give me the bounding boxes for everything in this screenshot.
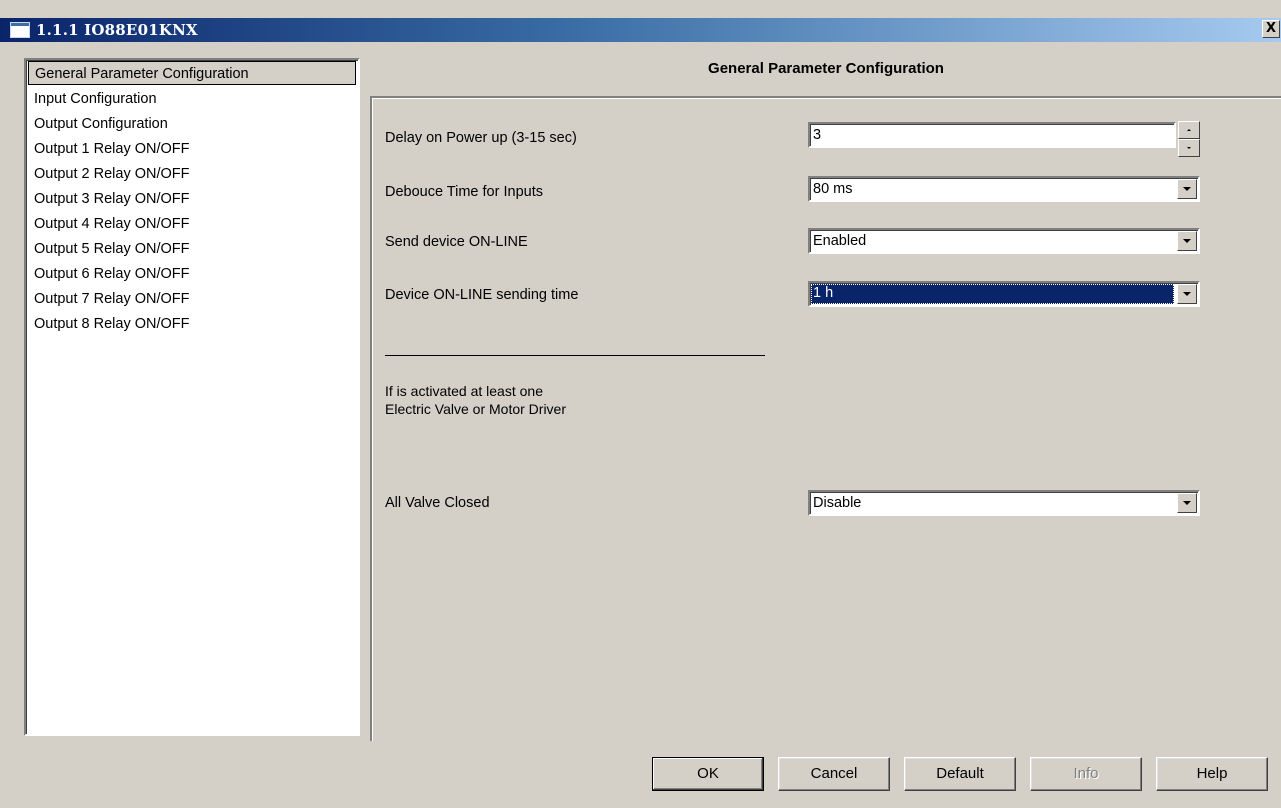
nav-item-output-2[interactable]: Output 2 Relay ON/OFF bbox=[34, 162, 190, 186]
nav-item-general[interactable]: General Parameter Configuration bbox=[28, 61, 356, 85]
online-label: Send device ON-LINE bbox=[385, 234, 528, 250]
cancel-button[interactable]: Cancel bbox=[778, 757, 890, 791]
online-time-select[interactable]: 1 h bbox=[808, 281, 1200, 307]
nav-item-output-config[interactable]: Output Configuration bbox=[34, 112, 168, 136]
delay-input[interactable]: 3 bbox=[808, 122, 1176, 148]
nav-item-input-config[interactable]: Input Configuration bbox=[34, 87, 157, 111]
dropdown-arrow-icon[interactable] bbox=[1177, 493, 1197, 513]
debounce-label: Debouce Time for Inputs bbox=[385, 184, 543, 200]
close-button[interactable]: X bbox=[1262, 20, 1280, 38]
default-button[interactable]: Default bbox=[904, 757, 1016, 791]
nav-item-output-1[interactable]: Output 1 Relay ON/OFF bbox=[34, 137, 190, 161]
spin-down-arrow-icon[interactable] bbox=[1178, 139, 1200, 157]
dropdown-arrow-icon[interactable] bbox=[1177, 284, 1197, 304]
valve-note: If is activated at least one Electric Va… bbox=[385, 382, 566, 418]
parameter-page-list: General Parameter Configuration Input Co… bbox=[24, 58, 360, 736]
valve-note-line-1: If is activated at least one bbox=[385, 383, 543, 399]
panel-title: General Parameter Configuration bbox=[708, 60, 944, 77]
valves-value: Disable bbox=[813, 495, 862, 511]
window-title: 1.1.1 IO88E01KNX bbox=[36, 21, 198, 39]
debounce-value: 80 ms bbox=[813, 181, 853, 197]
delay-value: 3 bbox=[813, 127, 822, 143]
valves-select[interactable]: Disable bbox=[808, 490, 1200, 516]
nav-item-output-4[interactable]: Output 4 Relay ON/OFF bbox=[34, 212, 190, 236]
online-time-label: Device ON-LINE sending time bbox=[385, 287, 579, 303]
ok-button[interactable]: OK bbox=[652, 757, 764, 791]
online-time-value: 1 h bbox=[811, 284, 1174, 304]
valves-label: All Valve Closed bbox=[385, 495, 490, 511]
nav-item-output-6[interactable]: Output 6 Relay ON/OFF bbox=[34, 262, 190, 286]
nav-item-output-7[interactable]: Output 7 Relay ON/OFF bbox=[34, 287, 190, 311]
nav-item-output-8[interactable]: Output 8 Relay ON/OFF bbox=[34, 312, 190, 336]
delay-spinner bbox=[1178, 121, 1200, 157]
info-button[interactable]: Info bbox=[1030, 757, 1142, 791]
delay-label: Delay on Power up (3-15 sec) bbox=[385, 130, 577, 146]
dropdown-arrow-icon[interactable] bbox=[1177, 231, 1197, 251]
valve-note-line-2: Electric Valve or Motor Driver bbox=[385, 401, 567, 417]
window-icon bbox=[10, 22, 30, 38]
dropdown-arrow-icon[interactable] bbox=[1177, 179, 1197, 199]
online-value: Enabled bbox=[813, 233, 867, 249]
title-bar: 1.1.1 IO88E01KNX X bbox=[0, 0, 1281, 43]
section-divider bbox=[385, 355, 765, 356]
nav-item-output-5[interactable]: Output 5 Relay ON/OFF bbox=[34, 237, 190, 261]
online-select[interactable]: Enabled bbox=[808, 228, 1200, 254]
spin-up-arrow-icon[interactable] bbox=[1178, 121, 1200, 139]
help-button[interactable]: Help bbox=[1156, 757, 1268, 791]
debounce-select[interactable]: 80 ms bbox=[808, 176, 1200, 202]
nav-item-output-3[interactable]: Output 3 Relay ON/OFF bbox=[34, 187, 190, 211]
